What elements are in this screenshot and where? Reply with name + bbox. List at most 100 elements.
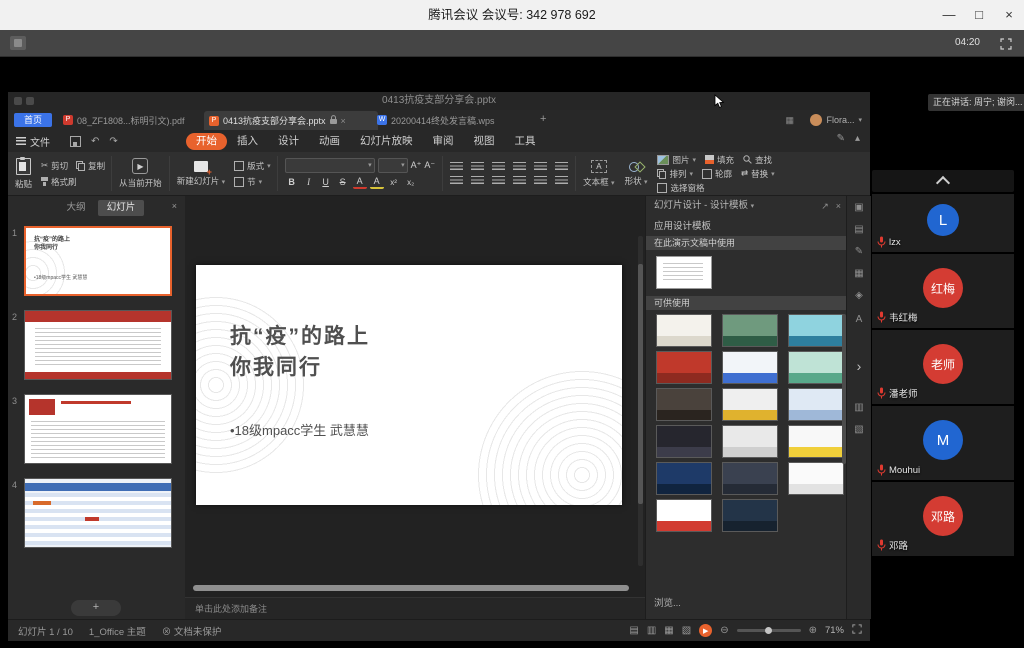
justify-button[interactable] xyxy=(513,176,526,186)
slide-sorter-button[interactable]: ▥ xyxy=(647,625,656,636)
template-in-use-thumbnail[interactable] xyxy=(656,256,712,289)
participant-video-tile[interactable]: 邓路 邓路 xyxy=(872,482,1014,556)
shape-pane-icon[interactable]: ◈ xyxy=(847,290,871,301)
design-template-thumbnail[interactable] xyxy=(656,499,712,532)
notes-bar[interactable]: 单击此处添加备注 xyxy=(185,597,645,619)
window-pin-icon[interactable] xyxy=(26,97,34,105)
zoom-in-icon[interactable]: ⊕ xyxy=(809,625,817,636)
fit-screen-icon[interactable] xyxy=(852,624,862,637)
section-button[interactable]: 节 ▾ xyxy=(234,176,271,188)
undo-icon[interactable]: ↶ xyxy=(91,136,99,147)
edit-icon[interactable]: ✎ xyxy=(837,133,845,144)
columns-button[interactable] xyxy=(534,176,547,186)
participant-video-tile[interactable]: 红梅 韦红梅 xyxy=(872,254,1014,328)
properties-icon[interactable]: ▣ xyxy=(847,202,871,213)
collapse-pane-arrow-icon[interactable]: › xyxy=(847,358,871,374)
menu-tab-view[interactable]: 视图 xyxy=(464,133,505,150)
align-right-button[interactable] xyxy=(492,176,505,186)
selection-pane-button[interactable]: 选择窗格 xyxy=(657,182,704,194)
design-template-thumbnail[interactable] xyxy=(722,425,778,458)
design-template-thumbnail[interactable] xyxy=(722,351,778,384)
align-center-button[interactable] xyxy=(471,176,484,186)
indent-increase-button[interactable] xyxy=(513,162,526,172)
design-template-thumbnail[interactable] xyxy=(788,425,844,458)
zoom-out-icon[interactable]: ⊖ xyxy=(720,625,728,636)
font-size-select[interactable] xyxy=(378,158,408,173)
protection-status[interactable]: ⊗ 文档未保护 xyxy=(162,624,222,638)
reading-view-button[interactable]: ▦ xyxy=(664,625,673,636)
font-color-button[interactable]: A xyxy=(353,176,367,189)
minimize-icon[interactable]: — xyxy=(934,0,964,30)
close-tab-icon[interactable]: × xyxy=(341,116,346,126)
shapes-button[interactable]: 形状 ▾ xyxy=(620,152,653,195)
scrollbar-thumb[interactable] xyxy=(638,264,643,504)
theme-name[interactable]: 1_Office 主题 xyxy=(89,624,146,638)
design-template-thumbnail[interactable] xyxy=(656,462,712,495)
add-slide-button[interactable]: + xyxy=(71,600,121,616)
fullscreen-icon[interactable] xyxy=(1000,37,1012,55)
design-template-thumbnail[interactable] xyxy=(656,314,712,347)
new-tab-button[interactable]: + xyxy=(540,113,546,125)
design-template-thumbnail[interactable] xyxy=(788,388,844,421)
meeting-app-icon[interactable] xyxy=(10,36,26,50)
fill-button[interactable]: 填充 xyxy=(705,154,734,166)
design-template-thumbnail[interactable] xyxy=(788,314,844,347)
slideshow-view-button[interactable]: ▧ xyxy=(682,625,691,636)
vertical-scrollbar[interactable] xyxy=(638,236,643,566)
numbering-button[interactable] xyxy=(471,162,484,172)
doc-tab-active-pptx[interactable]: P 0413抗疫支部分享会.pptx × xyxy=(204,111,378,130)
highlight-button[interactable]: A xyxy=(370,176,384,189)
line-spacing-button[interactable] xyxy=(534,162,547,172)
close-icon[interactable]: × xyxy=(994,0,1024,30)
align-left-button[interactable] xyxy=(450,176,463,186)
copy-button[interactable]: 复制 xyxy=(76,160,105,172)
file-menu-button[interactable]: 文件 xyxy=(16,133,50,149)
close-panel-icon[interactable]: × xyxy=(172,201,177,211)
participant-video-tile[interactable]: M Mouhui xyxy=(872,406,1014,480)
tab-outline[interactable]: 大纲 xyxy=(58,200,94,216)
slide-thumbnail-2[interactable] xyxy=(24,310,172,380)
menu-tab-design[interactable]: 设计 xyxy=(268,133,309,150)
menu-tab-insert[interactable]: 插入 xyxy=(227,133,268,150)
menu-tab-animation[interactable]: 动画 xyxy=(309,133,350,150)
text-direction-button[interactable] xyxy=(555,162,568,172)
font-family-select[interactable] xyxy=(285,158,375,173)
design-template-thumbnail[interactable] xyxy=(722,462,778,495)
zoom-slider[interactable] xyxy=(737,629,801,632)
home-tab-button[interactable]: 首页 xyxy=(14,113,52,127)
increase-font-button[interactable]: A⁺ xyxy=(411,160,422,171)
italic-button[interactable]: I xyxy=(302,176,316,189)
outline-button[interactable]: 轮廓 xyxy=(702,168,732,180)
design-template-thumbnail[interactable] xyxy=(722,314,778,347)
menu-tab-slideshow[interactable]: 幻灯片放映 xyxy=(350,133,423,150)
menu-tab-review[interactable]: 审阅 xyxy=(423,133,464,150)
arrange-button[interactable]: 排列 ▾ xyxy=(657,168,693,180)
format-painter-button[interactable]: 格式刷 xyxy=(41,176,105,188)
shrink-text-button[interactable] xyxy=(555,176,568,186)
find-button[interactable]: 查找 xyxy=(743,154,772,166)
save-icon[interactable] xyxy=(70,136,81,147)
maximize-icon[interactable]: □ xyxy=(964,0,994,30)
user-account-chip[interactable]: Flora... ▾ xyxy=(810,112,862,128)
layout-button[interactable]: 版式 ▾ xyxy=(234,160,271,172)
edit-pane-icon[interactable]: ✎ xyxy=(847,246,871,257)
normal-view-button[interactable]: ▤ xyxy=(629,625,638,636)
apps-icon[interactable]: ▦ xyxy=(785,115,794,126)
horizontal-scrollbar[interactable] xyxy=(193,585,629,591)
popout-icon[interactable]: ↗ xyxy=(821,201,829,212)
strikethrough-button[interactable]: S xyxy=(336,176,350,189)
slide-thumbnail-3[interactable] xyxy=(24,394,172,464)
slide-thumbnail-4[interactable] xyxy=(24,478,172,548)
menu-tab-start[interactable]: 开始 xyxy=(186,133,227,150)
picture-button[interactable]: 图片 ▾ xyxy=(657,154,696,166)
textbox-button[interactable]: A 文本框 ▾ xyxy=(578,152,619,195)
grid-pane-icon[interactable]: ▦ xyxy=(847,268,871,279)
superscript-button[interactable]: x² xyxy=(387,176,401,189)
browse-link[interactable]: 浏览... xyxy=(654,595,681,609)
bullets-button[interactable] xyxy=(450,162,463,172)
close-panel-icon[interactable]: × xyxy=(836,201,841,211)
zoom-slider-thumb[interactable] xyxy=(765,627,772,634)
subscript-button[interactable]: x₂ xyxy=(404,176,418,189)
text-pane-icon[interactable]: A xyxy=(847,314,871,325)
chart-pane-icon[interactable]: ▧ xyxy=(847,424,871,435)
